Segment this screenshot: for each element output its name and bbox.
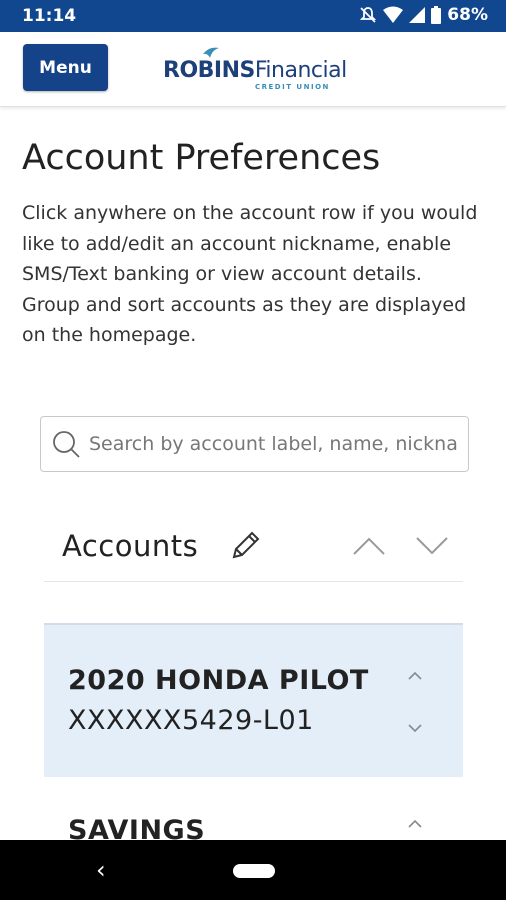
menu-button[interactable]: Menu [23, 44, 108, 91]
account-row[interactable]: 2020 HONDA PILOT XXXXXX5429-L01 [44, 623, 463, 779]
status-bar: 11:14 68% [0, 0, 506, 32]
page-description: Click anywhere on the account row if you… [22, 202, 478, 346]
account-move-down-icon[interactable] [406, 722, 424, 734]
account-number: XXXXXX5429-L01 [68, 705, 314, 736]
do-not-disturb-icon [359, 6, 377, 24]
account-name: 2020 HONDA PILOT [68, 665, 369, 696]
battery-icon [431, 6, 442, 24]
battery-percentage: 68% [447, 5, 488, 25]
search-icon [53, 431, 80, 458]
robins-financial-logo: ROBINSFinancial CREDIT UNION [163, 46, 353, 92]
accounts-group-header: Accounts [44, 501, 463, 582]
logo-text-regular: Financial [254, 58, 347, 83]
account-move-up-icon[interactable] [406, 817, 424, 829]
logo-text-bold: ROBINS [163, 58, 255, 83]
home-pill-icon[interactable] [233, 864, 275, 878]
status-icons: 68% [359, 5, 488, 25]
search-box[interactable] [40, 416, 469, 472]
search-input[interactable] [89, 427, 459, 461]
page-title: Account Preferences [22, 138, 381, 178]
group-move-up-icon[interactable] [352, 536, 386, 556]
signal-icon [409, 7, 426, 23]
group-move-down-icon[interactable] [415, 536, 449, 556]
pencil-edit-icon[interactable] [230, 529, 262, 561]
bird-logo-icon [203, 47, 219, 58]
wifi-icon [383, 6, 404, 24]
account-row[interactable]: SAVINGS [44, 777, 463, 847]
group-label: Accounts [62, 529, 199, 563]
app-header: Menu ROBINSFinancial CREDIT UNION [0, 32, 506, 107]
logo-subtitle: CREDIT UNION [255, 83, 330, 91]
status-time: 11:14 [22, 6, 77, 26]
account-move-up-icon[interactable] [406, 669, 424, 681]
system-nav-bar: ‹ [0, 840, 506, 900]
back-chevron-icon[interactable]: ‹ [96, 856, 106, 884]
